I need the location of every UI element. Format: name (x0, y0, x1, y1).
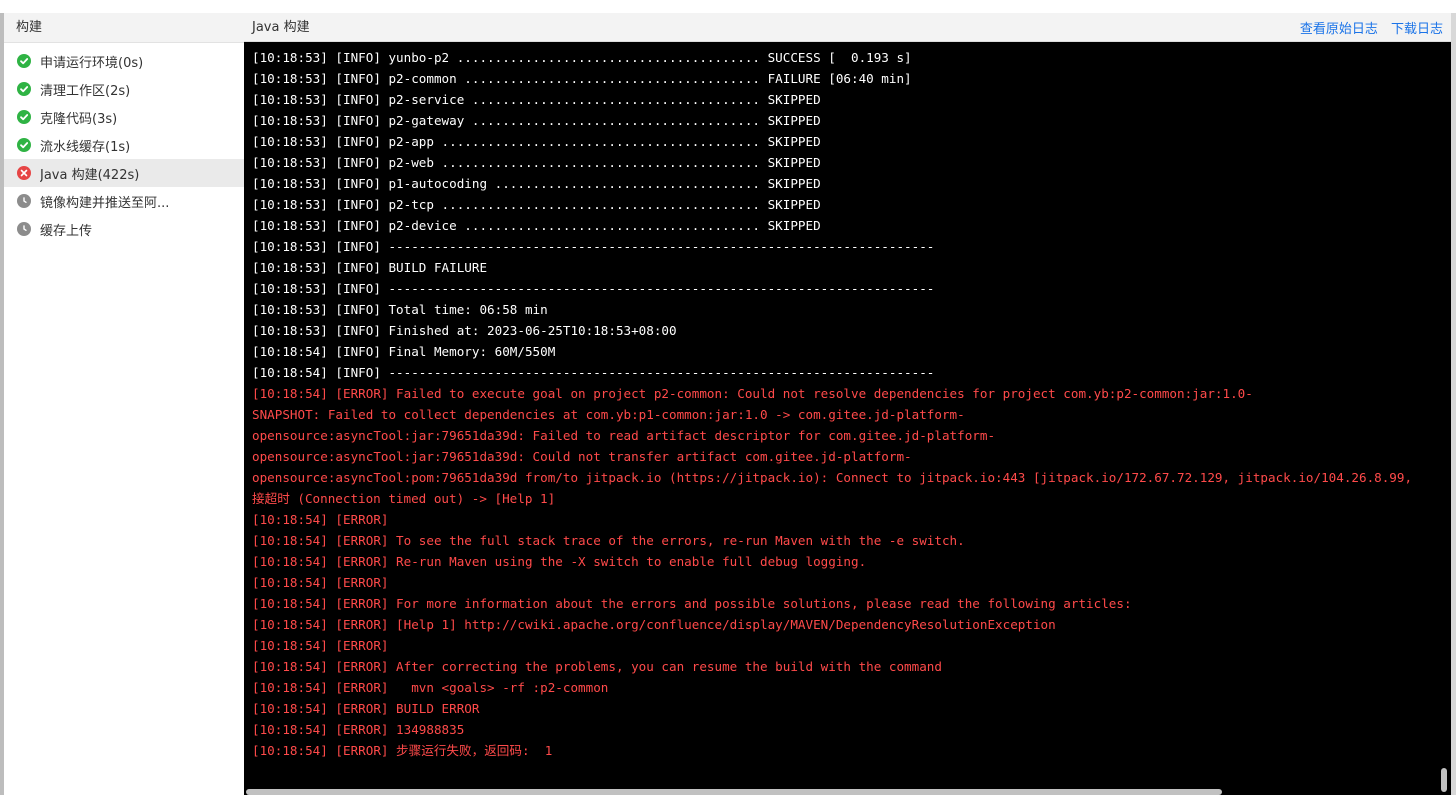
build-step-label: 镜像构建并推送至阿... (40, 195, 170, 211)
log-line-error: [10:18:54] [ERROR] 步骤运行失败，返回码: 1 (252, 743, 553, 758)
build-steps-sidebar: 构建 申请运行环境(0s) 清理工作区(2s) 克隆代码(3s) 流水线缓存(1s) J… (4, 13, 245, 795)
build-step-item[interactable]: 流水线缓存(1s) (4, 131, 244, 159)
check-circle-icon (17, 110, 31, 124)
log-line-error: [10:18:54] [ERROR] (252, 512, 389, 527)
log-panel-title: Java 构建 (252, 20, 310, 35)
log-line-error: opensource:asyncTool:jar:79651da39d: Fai… (252, 428, 996, 443)
build-step-item[interactable]: Java 构建(422s) (4, 159, 244, 187)
log-line-error: [10:18:54] [ERROR] BUILD ERROR (252, 701, 480, 716)
build-step-label: 流水线缓存(1s) (40, 139, 131, 155)
build-steps-list: 申请运行环境(0s) 清理工作区(2s) 克隆代码(3s) 流水线缓存(1s) Java… (4, 47, 244, 243)
build-step-item[interactable]: 清理工作区(2s) (4, 75, 244, 103)
build-step-item[interactable]: 镜像构建并推送至阿... (4, 187, 244, 215)
log-line-info: [10:18:53] [INFO] p2-common ............… (252, 71, 912, 86)
build-step-item[interactable]: 缓存上传 (4, 215, 244, 243)
log-line-info: [10:18:53] [INFO] p2-app ...............… (252, 134, 821, 149)
log-horizontal-scrollbar[interactable] (246, 789, 1222, 795)
log-line-error: SNAPSHOT: Failed to collect dependencies… (252, 407, 965, 422)
build-step-label: 申请运行环境(0s) (40, 55, 144, 71)
build-step-label: 缓存上传 (40, 223, 93, 239)
clock-icon (17, 222, 31, 236)
log-line-error: [10:18:54] [ERROR] [Help 1] http://cwiki… (252, 617, 1056, 632)
log-line-error: [10:18:54] [ERROR] After correcting the … (252, 659, 942, 674)
log-line-info: [10:18:53] [INFO] yunbo-p2 .............… (252, 50, 912, 65)
log-line-info: [10:18:53] [INFO] ----------------------… (252, 239, 935, 254)
right-edge (1451, 13, 1456, 795)
log-line-info: [10:18:53] [INFO] p2-gateway ...........… (252, 113, 821, 128)
log-line-info: [10:18:54] [INFO] ----------------------… (252, 365, 935, 380)
clock-icon (17, 194, 31, 208)
log-output: [10:18:53] [INFO] yunbo-p2 .............… (252, 47, 1432, 761)
build-step-label: Java 构建(422s) (40, 167, 140, 183)
log-line-error: [10:18:54] [ERROR] (252, 575, 389, 590)
log-line-info: [10:18:53] [INFO] p2-device ............… (252, 218, 821, 233)
log-panel: Java 构建 查看原始日志 下载日志 [10:18:53] [INFO] yu… (244, 13, 1451, 795)
error-circle-icon (17, 166, 31, 180)
log-line-error: [10:18:54] [ERROR] 134988835 (252, 722, 465, 737)
log-line-error: [10:18:54] [ERROR] Re-run Maven using th… (252, 554, 867, 569)
build-step-label: 克隆代码(3s) (40, 111, 118, 127)
log-panel-header: Java 构建 查看原始日志 下载日志 (244, 13, 1451, 42)
log-line-info: [10:18:53] [INFO] p2-tcp ...............… (252, 197, 821, 212)
log-line-info: [10:18:53] [INFO] Total time: 06:58 min (252, 302, 548, 317)
log-line-error: [10:18:54] [ERROR] To see the full stack… (252, 533, 965, 548)
log-line-info: [10:18:53] [INFO] Finished at: 2023-06-2… (252, 323, 677, 338)
view-raw-log-link[interactable]: 查看原始日志 (1300, 22, 1378, 37)
log-line-error: [10:18:54] [ERROR] (252, 638, 389, 653)
log-line-error: [10:18:54] [ERROR] Failed to execute goa… (252, 386, 1253, 401)
log-line-info: [10:18:53] [INFO] p2-service ...........… (252, 92, 821, 107)
check-circle-icon (17, 54, 31, 68)
log-line-error: 接超时 (Connection timed out) -> [Help 1] (252, 491, 556, 506)
log-line-info: [10:18:53] [INFO] BUILD FAILURE (252, 260, 488, 275)
sidebar-title: 构建 (4, 13, 244, 43)
build-step-label: 清理工作区(2s) (40, 83, 131, 99)
build-step-item[interactable]: 克隆代码(3s) (4, 103, 244, 131)
log-line-info: [10:18:53] [INFO] p2-web ...............… (252, 155, 821, 170)
log-line-info: [10:18:54] [INFO] Final Memory: 60M/550M (252, 344, 556, 359)
check-circle-icon (17, 138, 31, 152)
check-circle-icon (17, 82, 31, 96)
log-line-error: opensource:asyncTool:jar:79651da39d: Cou… (252, 449, 912, 464)
log-line-info: [10:18:53] [INFO] ----------------------… (252, 281, 935, 296)
log-line-error: opensource:asyncTool:pom:79651da39d from… (252, 470, 1413, 485)
log-actions: 查看原始日志 下载日志 (1291, 13, 1443, 42)
log-line-info: [10:18:53] [INFO] p1-autocoding ........… (252, 176, 821, 191)
download-log-link[interactable]: 下载日志 (1391, 22, 1443, 37)
build-step-item[interactable]: 申请运行环境(0s) (4, 47, 244, 75)
log-vertical-scrollbar[interactable] (1441, 768, 1447, 792)
window-top-strip (0, 0, 1456, 13)
log-line-error: [10:18:54] [ERROR] mvn <goals> -rf :p2-c… (252, 680, 609, 695)
log-line-error: [10:18:54] [ERROR] For more information … (252, 596, 1132, 611)
